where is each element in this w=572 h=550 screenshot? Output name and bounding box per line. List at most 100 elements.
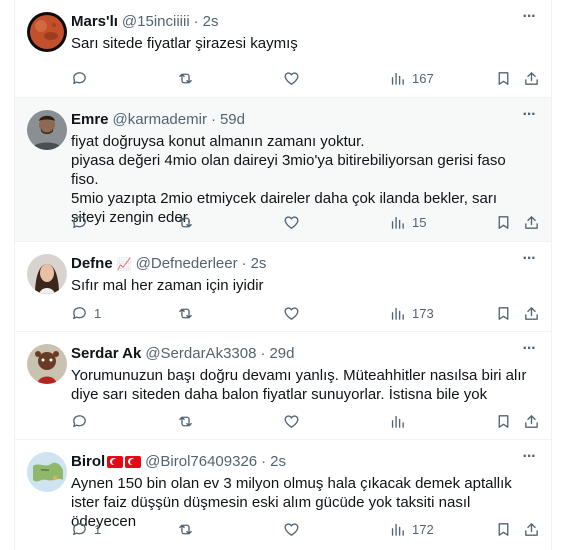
timestamp[interactable]: 2s <box>251 254 267 274</box>
share-button[interactable] <box>523 212 540 232</box>
tweet-actions: 1 173 <box>71 303 540 323</box>
avatar[interactable] <box>27 110 67 150</box>
views-button[interactable]: 167 <box>389 68 434 88</box>
tweet-actions: 1 172 <box>71 519 540 539</box>
reply-count: 1 <box>94 521 102 537</box>
avatar[interactable] <box>27 254 67 294</box>
reply-icon <box>73 215 86 228</box>
bookmark-button[interactable] <box>495 212 512 232</box>
bookmark-button[interactable] <box>495 411 512 431</box>
user-handle[interactable]: @Defnederleer <box>136 254 238 274</box>
share-icon <box>525 414 538 428</box>
share-icon <box>525 215 538 229</box>
timestamp[interactable]: 59d <box>220 110 245 130</box>
reply-icon <box>73 414 86 427</box>
more-options-icon[interactable]: ··· <box>517 449 541 474</box>
reply-button[interactable] <box>71 68 94 88</box>
timestamp[interactable]: 2s <box>270 452 286 472</box>
timestamp[interactable]: 2s <box>203 12 219 32</box>
heart-icon <box>284 414 299 428</box>
man-photo-avatar-icon <box>27 110 67 150</box>
user-handle[interactable]: @karmademir <box>113 110 207 130</box>
reply-button[interactable]: 1 <box>71 303 101 323</box>
bookmark-icon <box>498 414 509 428</box>
more-options-icon[interactable]: ··· <box>517 107 541 132</box>
more-options-icon[interactable]: ··· <box>517 9 541 34</box>
views-button[interactable]: 15 <box>389 212 426 232</box>
tweet-text: Sıfır mal her zaman için iyidir <box>71 277 264 294</box>
separator: · <box>210 111 216 128</box>
heart-icon <box>284 215 299 229</box>
display-name[interactable]: Serdar Ak <box>71 344 141 364</box>
view-count: 173 <box>412 305 434 321</box>
display-name[interactable]: Birol <box>71 452 105 472</box>
views-bar-chart-icon <box>391 72 404 85</box>
character-avatar-icon <box>27 344 67 384</box>
repost-button[interactable] <box>177 411 200 431</box>
timestamp[interactable]: 29d <box>269 344 294 364</box>
views-button[interactable]: 173 <box>389 303 434 323</box>
reply-button[interactable] <box>71 212 94 232</box>
views-bar-chart-icon <box>391 307 404 320</box>
share-button[interactable] <box>523 519 540 539</box>
user-handle[interactable]: @Birol76409326 <box>145 452 257 472</box>
user-handle[interactable]: @SerdarAk3308 <box>145 344 256 364</box>
tweet[interactable]: Mars'lı @15inciiiii · 2s ··· Sarı sitede… <box>15 0 551 98</box>
repost-button[interactable] <box>177 212 200 232</box>
share-button[interactable] <box>523 411 540 431</box>
bookmark-button[interactable] <box>495 303 512 323</box>
reply-icon <box>73 522 86 535</box>
display-name[interactable]: Mars'lı <box>71 12 118 32</box>
views-button[interactable] <box>389 411 412 431</box>
share-icon <box>525 522 538 536</box>
reply-icon <box>73 306 86 319</box>
tweet[interactable]: Emre @karmademir · 59d ··· fiyat doğruys… <box>15 98 551 242</box>
reply-button[interactable]: 1 <box>71 519 101 539</box>
separator: · <box>261 453 267 470</box>
share-icon <box>525 306 538 320</box>
tweet-header: Serdar Ak @SerdarAk3308 · 29d <box>71 344 511 364</box>
bookmark-button[interactable] <box>495 68 512 88</box>
view-count: 15 <box>412 214 427 230</box>
reply-icon <box>73 71 86 84</box>
repost-button[interactable] <box>177 68 200 88</box>
bookmark-icon <box>498 71 509 85</box>
repost-icon <box>179 73 192 83</box>
avatar[interactable] <box>27 12 67 52</box>
reply-count: 1 <box>94 305 102 321</box>
tweet-text: Yorumunuzun başı doğru devamı yanlış. Mü… <box>71 367 531 403</box>
tweet-text: Sarı sitede fiyatlar şirazesi kaymış <box>71 35 298 52</box>
user-handle[interactable]: @15inciiiii <box>122 12 190 32</box>
bookmark-button[interactable] <box>495 519 512 539</box>
views-button[interactable]: 172 <box>389 519 434 539</box>
tweet-header: Birol @Birol76409326 · 2s <box>71 452 511 472</box>
tweet[interactable]: Birol @Birol76409326 · 2s ··· Aynen 150 … <box>15 440 551 550</box>
more-options-icon[interactable]: ··· <box>517 341 541 366</box>
bookmark-icon <box>498 306 509 320</box>
more-options-icon[interactable]: ··· <box>517 251 541 276</box>
like-button[interactable] <box>283 519 306 539</box>
like-button[interactable] <box>283 303 306 323</box>
tweet-header: Emre @karmademir · 59d <box>71 110 511 130</box>
share-button[interactable] <box>523 303 540 323</box>
display-name[interactable]: Emre <box>71 110 109 130</box>
map-avatar-icon <box>27 452 67 492</box>
like-button[interactable] <box>283 411 306 431</box>
share-button[interactable] <box>523 68 540 88</box>
tweet[interactable]: Serdar Ak @SerdarAk3308 · 29d ··· Yorumu… <box>15 332 551 440</box>
tweet[interactable]: Defne 📈 @Defnederleer · 2s ··· Sıfır mal… <box>15 242 551 332</box>
turkey-flag-icon <box>107 456 124 468</box>
avatar[interactable] <box>27 452 67 492</box>
heart-icon <box>284 71 299 85</box>
tweet-actions: 167 <box>71 68 540 88</box>
repost-button[interactable] <box>177 519 200 539</box>
like-button[interactable] <box>283 68 306 88</box>
separator: · <box>241 255 247 272</box>
display-name[interactable]: Defne <box>71 254 113 274</box>
reply-button[interactable] <box>71 411 94 431</box>
repost-button[interactable] <box>177 303 200 323</box>
timeline-feed: Mars'lı @15inciiiii · 2s ··· Sarı sitede… <box>14 0 552 550</box>
planet-mars-avatar-icon <box>27 12 67 52</box>
avatar[interactable] <box>27 344 67 384</box>
like-button[interactable] <box>283 212 306 232</box>
